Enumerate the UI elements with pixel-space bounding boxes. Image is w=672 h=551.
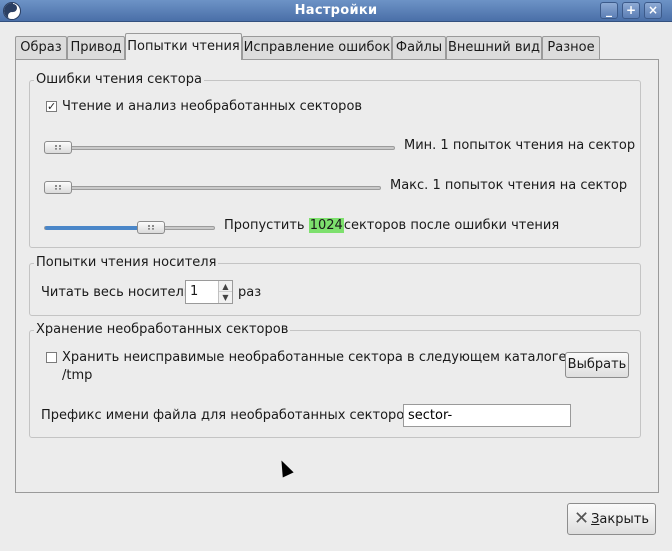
frame-title: Хранение необработанных секторов bbox=[34, 322, 291, 338]
close-window-button[interactable]: × bbox=[644, 2, 662, 19]
max-attempts-slider[interactable] bbox=[44, 181, 381, 194]
tab-error-correction[interactable]: Исправление ошибок bbox=[242, 36, 392, 59]
maximize-button[interactable]: + bbox=[622, 2, 640, 19]
close-button[interactable]: ✕ Закрыть bbox=[567, 503, 656, 535]
min-attempts-label: Мин. 1 попыток чтения на сектор bbox=[404, 138, 636, 153]
tab-read-attempts[interactable]: Попытки чтения bbox=[125, 33, 242, 60]
max-attempts-slider-handle[interactable] bbox=[44, 181, 72, 194]
title-bar[interactable]: Настройки _ + × bbox=[0, 0, 672, 22]
raw-sectors-checkbox[interactable]: ✓ bbox=[46, 101, 57, 112]
tab-drive[interactable]: Привод bbox=[67, 36, 125, 59]
minimize-button[interactable]: _ bbox=[600, 2, 618, 19]
choose-directory-button[interactable]: Выбрать bbox=[565, 352, 629, 378]
skip-sectors-slider[interactable] bbox=[44, 221, 215, 234]
close-icon: ✕ bbox=[573, 508, 590, 529]
window-title: Настройки bbox=[294, 3, 378, 18]
frame-title: Попытки чтения носителя bbox=[34, 255, 219, 271]
raw-sectors-label: Чтение и анализ необработанных секторов bbox=[62, 99, 363, 114]
tab-image[interactable]: Образ bbox=[15, 36, 67, 59]
skip-suffix: секторов после ошибки чтения bbox=[343, 218, 560, 233]
tab-appearance[interactable]: Внешний вид bbox=[446, 36, 542, 59]
skip-sectors-slider-handle[interactable] bbox=[137, 221, 165, 234]
read-medium-label: Читать весь носитель bbox=[41, 285, 192, 300]
store-raw-checkbox[interactable] bbox=[46, 352, 57, 363]
read-count-spinner[interactable]: 1 ▲ ▼ bbox=[185, 280, 233, 304]
skip-prefix: Пропустить bbox=[224, 218, 305, 233]
close-button-label: акрыть bbox=[599, 512, 649, 527]
skip-slider-fill bbox=[45, 226, 151, 230]
spin-up-icon[interactable]: ▲ bbox=[219, 281, 232, 292]
skip-value: 1024 bbox=[308, 218, 344, 233]
spinner-arrows: ▲ ▼ bbox=[218, 281, 232, 303]
skip-sectors-label: Пропустить 1024секторов после ошибки чте… bbox=[224, 218, 559, 234]
min-attempts-slider[interactable] bbox=[44, 141, 395, 154]
storage-directory: /tmp bbox=[62, 368, 93, 383]
min-attempts-slider-handle[interactable] bbox=[44, 141, 72, 154]
frame-title: Ошибки чтения сектора bbox=[34, 72, 204, 88]
prefix-input[interactable] bbox=[403, 404, 571, 427]
prefix-label: Префикс имени файла для необработанных с… bbox=[41, 408, 417, 423]
tab-misc[interactable]: Разное bbox=[542, 36, 600, 59]
times-label: раз bbox=[238, 285, 262, 300]
store-raw-label: Хранить неисправимые необработанные сект… bbox=[62, 350, 571, 365]
spin-down-icon[interactable]: ▼ bbox=[219, 292, 232, 303]
tab-files[interactable]: Файлы bbox=[392, 36, 446, 59]
max-attempts-label: Макс. 1 попыток чтения на сектор bbox=[390, 178, 628, 193]
read-count-value: 1 bbox=[190, 284, 199, 299]
